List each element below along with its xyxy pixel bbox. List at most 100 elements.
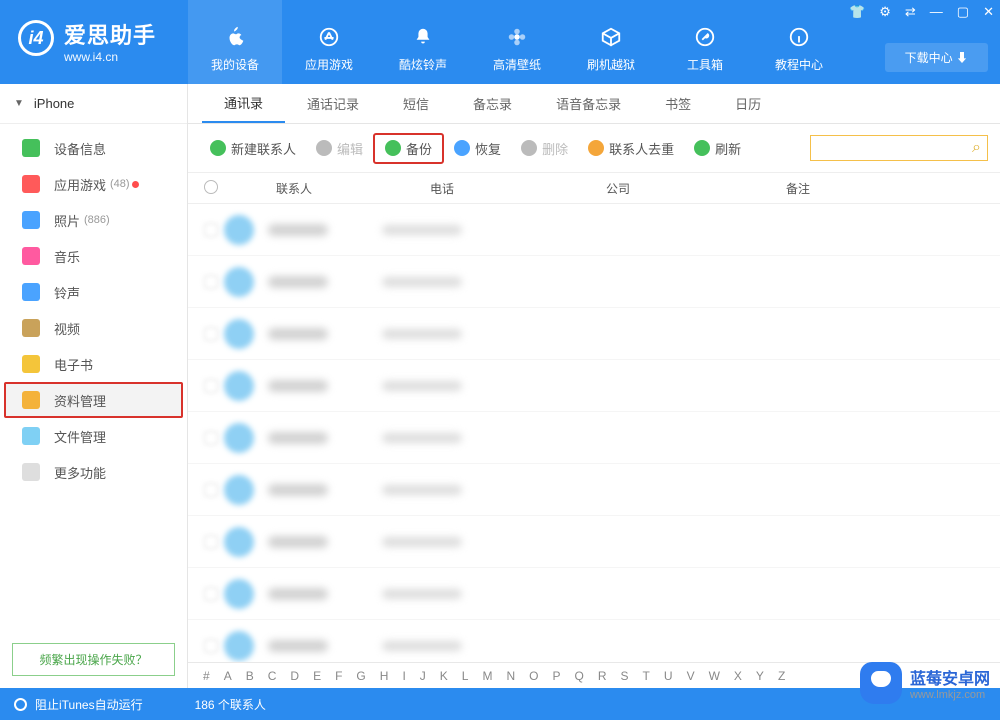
tab-备忘录[interactable]: 备忘录 bbox=[451, 84, 534, 123]
contact-row[interactable] bbox=[188, 568, 1000, 620]
select-all-checkbox[interactable] bbox=[204, 180, 218, 194]
alpha-#[interactable]: # bbox=[200, 669, 213, 683]
sidebar-item-铃声[interactable]: 铃声 bbox=[0, 274, 187, 310]
avatar-icon bbox=[224, 527, 254, 557]
alpha-K[interactable]: K bbox=[437, 669, 451, 683]
contact-row[interactable] bbox=[188, 516, 1000, 568]
topnav-bell[interactable]: 酷炫铃声 bbox=[376, 0, 470, 84]
row-checkbox[interactable] bbox=[204, 431, 218, 445]
maximize-icon[interactable]: ▢ bbox=[957, 4, 969, 20]
sidebar-item-应用游戏[interactable]: 应用游戏(48) bbox=[0, 166, 187, 202]
contact-row[interactable] bbox=[188, 204, 1000, 256]
topnav-apple[interactable]: 我的设备 bbox=[188, 0, 282, 84]
row-checkbox[interactable] bbox=[204, 639, 218, 653]
alpha-V[interactable]: V bbox=[684, 669, 698, 683]
row-checkbox[interactable] bbox=[204, 587, 218, 601]
tab-书签[interactable]: 书签 bbox=[643, 84, 713, 123]
alpha-N[interactable]: N bbox=[503, 669, 518, 683]
col-company: 公司 bbox=[606, 180, 786, 197]
alpha-W[interactable]: W bbox=[706, 669, 723, 683]
alpha-X[interactable]: X bbox=[731, 669, 745, 683]
search-input[interactable] bbox=[817, 141, 972, 155]
sidebar-icon bbox=[22, 283, 40, 301]
sidebar-item-视频[interactable]: 视频 bbox=[0, 310, 187, 346]
toolbar-刷新[interactable]: 刷新 bbox=[684, 135, 751, 162]
alpha-L[interactable]: L bbox=[459, 669, 472, 683]
alpha-D[interactable]: D bbox=[287, 669, 302, 683]
download-center-button[interactable]: 下载中心 ⬇ bbox=[885, 43, 988, 72]
alpha-S[interactable]: S bbox=[618, 669, 632, 683]
row-checkbox[interactable] bbox=[204, 327, 218, 341]
toolbar-恢复[interactable]: 恢复 bbox=[444, 135, 511, 162]
tab-通讯录[interactable]: 通讯录 bbox=[202, 84, 285, 123]
device-selector[interactable]: ▼ iPhone bbox=[0, 84, 187, 124]
sidebar-item-更多功能[interactable]: 更多功能 bbox=[0, 454, 187, 490]
tab-通话记录[interactable]: 通话记录 bbox=[285, 84, 381, 123]
contact-row[interactable] bbox=[188, 620, 1000, 662]
toolbar-icon bbox=[454, 140, 470, 156]
alpha-J[interactable]: J bbox=[417, 669, 429, 683]
alpha-Z[interactable]: Z bbox=[775, 669, 788, 683]
alpha-T[interactable]: T bbox=[640, 669, 653, 683]
tab-语音备忘录[interactable]: 语音备忘录 bbox=[534, 84, 643, 123]
sidebar-icon bbox=[22, 355, 40, 373]
alpha-I[interactable]: I bbox=[399, 669, 408, 683]
row-checkbox[interactable] bbox=[204, 483, 218, 497]
topnav-info[interactable]: 教程中心 bbox=[752, 0, 846, 84]
alpha-E[interactable]: E bbox=[310, 669, 324, 683]
topnav-flower[interactable]: 高清壁纸 bbox=[470, 0, 564, 84]
toolbar-删除: 删除 bbox=[511, 135, 578, 162]
topnav-box[interactable]: 刷机越狱 bbox=[564, 0, 658, 84]
block-itunes-label[interactable]: 阻止iTunes自动运行 bbox=[35, 696, 143, 713]
alpha-M[interactable]: M bbox=[479, 669, 495, 683]
contact-row[interactable] bbox=[188, 256, 1000, 308]
contact-row[interactable] bbox=[188, 360, 1000, 412]
sidebar-item-照片[interactable]: 照片(886) bbox=[0, 202, 187, 238]
alpha-C[interactable]: C bbox=[265, 669, 280, 683]
sidebar-item-电子书[interactable]: 电子书 bbox=[0, 346, 187, 382]
help-link[interactable]: 频繁出现操作失败？ bbox=[12, 643, 175, 676]
sidebar-icon bbox=[22, 391, 40, 409]
search-icon[interactable]: ⌕ bbox=[972, 139, 981, 157]
alpha-O[interactable]: O bbox=[526, 669, 541, 683]
alpha-H[interactable]: H bbox=[377, 669, 392, 683]
sidebar-item-文件管理[interactable]: 文件管理 bbox=[0, 418, 187, 454]
toolbar-新建联系人[interactable]: 新建联系人 bbox=[200, 135, 306, 162]
sidebar-item-资料管理[interactable]: 资料管理 bbox=[4, 382, 183, 418]
contact-row[interactable] bbox=[188, 464, 1000, 516]
toolbar-联系人去重[interactable]: 联系人去重 bbox=[578, 135, 684, 162]
toolbar-备份[interactable]: 备份 bbox=[373, 133, 444, 164]
settings-icon[interactable]: ⚙ bbox=[879, 4, 891, 20]
row-checkbox[interactable] bbox=[204, 275, 218, 289]
minimize-icon[interactable]: — bbox=[930, 4, 943, 20]
alpha-Y[interactable]: Y bbox=[753, 669, 767, 683]
contact-row[interactable] bbox=[188, 412, 1000, 464]
alpha-A[interactable]: A bbox=[221, 669, 235, 683]
close-icon[interactable]: ✕ bbox=[983, 4, 994, 20]
sidebar-icon bbox=[22, 427, 40, 445]
alpha-U[interactable]: U bbox=[661, 669, 676, 683]
toolbar-icon bbox=[316, 140, 332, 156]
alpha-P[interactable]: P bbox=[550, 669, 564, 683]
block-itunes-icon[interactable] bbox=[14, 698, 27, 711]
row-checkbox[interactable] bbox=[204, 223, 218, 237]
skin-icon[interactable]: ⇄ bbox=[905, 4, 916, 20]
avatar-icon bbox=[224, 631, 254, 661]
contact-row[interactable] bbox=[188, 308, 1000, 360]
tshirt-icon[interactable]: 👕 bbox=[849, 4, 865, 20]
row-checkbox[interactable] bbox=[204, 379, 218, 393]
tab-短信[interactable]: 短信 bbox=[381, 84, 451, 123]
alpha-F[interactable]: F bbox=[332, 669, 345, 683]
alpha-B[interactable]: B bbox=[243, 669, 257, 683]
sidebar-item-设备信息[interactable]: 设备信息 bbox=[0, 130, 187, 166]
alpha-R[interactable]: R bbox=[595, 669, 610, 683]
sidebar-item-音乐[interactable]: 音乐 bbox=[0, 238, 187, 274]
topnav-appstore[interactable]: 应用游戏 bbox=[282, 0, 376, 84]
topnav-wrench[interactable]: 工具箱 bbox=[658, 0, 752, 84]
search-box[interactable]: ⌕ bbox=[810, 135, 988, 161]
tab-日历[interactable]: 日历 bbox=[713, 84, 783, 123]
row-checkbox[interactable] bbox=[204, 535, 218, 549]
avatar-icon bbox=[224, 319, 254, 349]
alpha-G[interactable]: G bbox=[353, 669, 368, 683]
alpha-Q[interactable]: Q bbox=[572, 669, 587, 683]
